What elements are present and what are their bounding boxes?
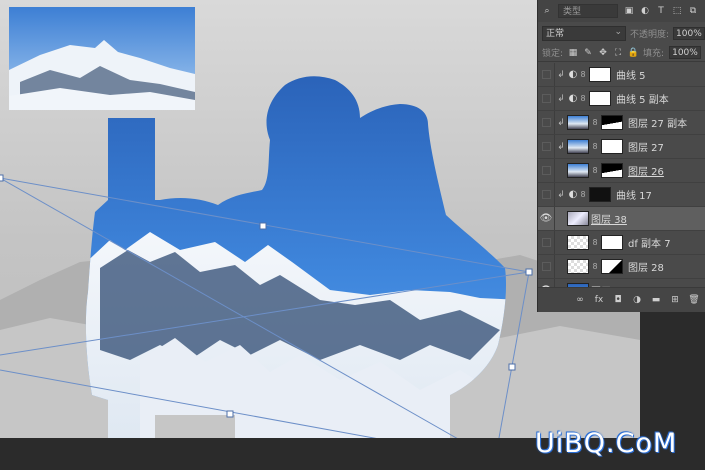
layer-row[interactable]: ↲ ◐ 8 曲线 5 副本 xyxy=(538,87,705,111)
lock-transparent-icon[interactable]: ▦ xyxy=(568,48,578,58)
layer-row[interactable]: ↲ ◐ 8 曲线 5 xyxy=(538,63,705,87)
layer-filter-row: ⌕ 类型 ▣ ◐ T ⬚ ⧉ xyxy=(538,0,705,22)
eye-hidden-icon[interactable] xyxy=(538,111,555,134)
layer-thumbnail[interactable] xyxy=(567,211,589,226)
layer-row[interactable]: ↲ 8 图层 27 副本 xyxy=(538,111,705,135)
blend-row: 正常 不透明度: 100% xyxy=(538,23,705,43)
eye-hidden-icon[interactable] xyxy=(538,87,555,110)
clip-arrow-icon: ↲ xyxy=(557,141,565,152)
layer-mask-thumbnail[interactable] xyxy=(601,163,623,178)
chain-link-icon[interactable]: 8 xyxy=(591,262,599,271)
clip-arrow-icon: ↲ xyxy=(557,189,565,200)
layer-thumbnail[interactable] xyxy=(567,235,589,250)
new-layer-icon[interactable]: ⊞ xyxy=(669,294,681,306)
lock-all-icon[interactable]: 🔒 xyxy=(627,48,638,58)
layer-name[interactable]: 图层 27 副本 xyxy=(628,115,687,130)
lock-label: 锁定: xyxy=(542,49,564,59)
layer-name[interactable]: 图层 26 xyxy=(628,163,664,178)
eye-hidden-icon[interactable] xyxy=(538,255,555,278)
layer-row[interactable]: 8 df 副本 7 xyxy=(538,231,705,255)
layer-mask-thumbnail[interactable] xyxy=(601,259,623,274)
layer-row[interactable]: ↲ ◐ 8 曲线 17 xyxy=(538,183,705,207)
layers-panel-footer: ∞ fx ◘ ◑ ▬ ⊞ 🗑 xyxy=(538,287,705,312)
layer-mask-thumbnail[interactable] xyxy=(589,187,611,202)
filter-kind-select[interactable]: 类型 xyxy=(558,4,618,18)
layer-name[interactable]: df 副本 7 xyxy=(628,235,671,250)
layer-row[interactable]: ↲ 8 图层 27 xyxy=(538,135,705,159)
pasteboard-right xyxy=(640,312,705,438)
layer-name[interactable]: 曲线 5 副本 xyxy=(616,91,669,106)
chain-link-icon[interactable]: 8 xyxy=(579,190,587,199)
opacity-input[interactable]: 100% xyxy=(673,26,705,40)
layer-name[interactable]: 图层 38 xyxy=(591,211,627,226)
layer-thumbnail[interactable] xyxy=(567,163,589,178)
eye-hidden-icon[interactable] xyxy=(538,135,555,158)
clip-arrow-icon: ↲ xyxy=(557,117,565,128)
layer-row[interactable]: 👁 图层 38 xyxy=(538,207,705,231)
adjust-circle-icon[interactable]: ◐ xyxy=(640,6,650,16)
eye-icon[interactable]: 👁 xyxy=(538,207,555,230)
eye-hidden-icon[interactable] xyxy=(538,159,555,182)
image-icon[interactable]: ▣ xyxy=(624,6,634,16)
lock-artboard-icon[interactable]: ⛶ xyxy=(613,48,623,58)
watermark-logo: UiBQ.CoM xyxy=(535,428,678,459)
eye-hidden-icon[interactable] xyxy=(538,63,555,86)
opacity-label: 不透明度: xyxy=(630,29,670,40)
shape-icon[interactable]: ⬚ xyxy=(672,6,682,16)
trash-icon[interactable]: 🗑 xyxy=(688,294,700,306)
transform-handle[interactable] xyxy=(508,363,516,371)
transform-handle[interactable] xyxy=(259,222,267,230)
layer-mask-thumbnail[interactable] xyxy=(601,139,623,154)
clip-arrow-icon: ↲ xyxy=(557,69,565,80)
layer-mask-thumbnail[interactable] xyxy=(589,91,611,106)
adjustment-icon[interactable]: ◑ xyxy=(631,294,643,306)
layer-name[interactable]: 曲线 5 xyxy=(616,67,646,82)
layer-row[interactable]: 8 图层 28 xyxy=(538,255,705,279)
curves-adjustment-icon: ◐ xyxy=(568,189,578,200)
layer-name[interactable]: 图层 28 xyxy=(628,259,664,274)
search-icon: ⌕ xyxy=(544,6,550,16)
chain-link-icon[interactable]: 8 xyxy=(591,166,599,175)
transform-handle[interactable] xyxy=(525,268,533,276)
layers-panel: ⌕ 类型 ▣ ◐ T ⬚ ⧉ 正常 不透明度: 100% 锁定: ▦ ✎ ✥ ⛶… xyxy=(537,0,705,312)
layer-row[interactable]: 8 图层 26 xyxy=(538,159,705,183)
layer-thumbnail[interactable] xyxy=(567,259,589,274)
transform-handle[interactable] xyxy=(0,174,4,182)
smart-object-icon[interactable]: ⧉ xyxy=(688,6,698,16)
blend-mode-select[interactable]: 正常 xyxy=(542,25,626,41)
eye-hidden-icon[interactable] xyxy=(538,183,555,206)
folder-icon[interactable]: ▬ xyxy=(650,294,662,306)
eye-hidden-icon[interactable] xyxy=(538,231,555,254)
lock-row: 锁定: ▦ ✎ ✥ ⛶ 🔒 填充: 100% xyxy=(538,44,705,62)
lock-brush-icon[interactable]: ✎ xyxy=(583,48,593,58)
chain-link-icon[interactable]: 8 xyxy=(579,70,587,79)
type-T-icon[interactable]: T xyxy=(656,6,666,16)
clip-arrow-icon: ↲ xyxy=(557,93,565,104)
layer-name[interactable]: 曲线 17 xyxy=(616,187,652,202)
fill-label: 填充: xyxy=(643,49,665,59)
transform-handle[interactable] xyxy=(226,410,234,418)
chain-link-icon[interactable]: 8 xyxy=(591,142,599,151)
layer-name[interactable]: 图层 27 xyxy=(628,139,664,154)
chain-link-icon[interactable]: 8 xyxy=(591,238,599,247)
fx-icon[interactable]: fx xyxy=(593,294,605,306)
link-icon[interactable]: ∞ xyxy=(574,294,586,306)
reference-thumbnail xyxy=(9,7,195,110)
mask-icon[interactable]: ◘ xyxy=(612,294,624,306)
layers-list: ↲ ◐ 8 曲线 5 ↲ ◐ 8 曲线 5 副本 ↲ 8 图层 27 副本 ↲ 8 图层 27 8 图层 26… xyxy=(538,63,705,303)
layer-mask-thumbnail[interactable] xyxy=(601,235,623,250)
curves-adjustment-icon: ◐ xyxy=(568,93,578,104)
chain-link-icon[interactable]: 8 xyxy=(591,118,599,127)
layer-thumbnail[interactable] xyxy=(567,115,589,130)
layer-mask-thumbnail[interactable] xyxy=(601,115,623,130)
fill-input[interactable]: 100% xyxy=(669,46,701,59)
lock-move-icon[interactable]: ✥ xyxy=(598,48,608,58)
layer-thumbnail[interactable] xyxy=(567,139,589,154)
curves-adjustment-icon: ◐ xyxy=(568,69,578,80)
layer-mask-thumbnail[interactable] xyxy=(589,67,611,82)
chain-link-icon[interactable]: 8 xyxy=(579,94,587,103)
